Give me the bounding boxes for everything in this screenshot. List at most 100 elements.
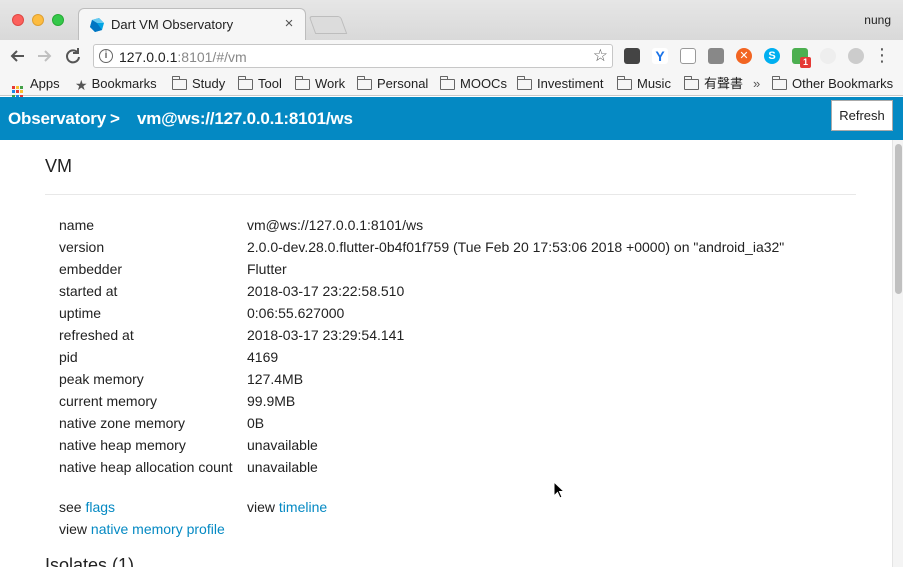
dart-logo-icon — [90, 18, 104, 32]
new-tab-button[interactable] — [308, 16, 348, 34]
orange-extension-icon[interactable]: ✕ — [736, 48, 752, 64]
back-arrow-icon[interactable] — [7, 45, 29, 67]
folder-icon — [172, 76, 187, 90]
property-row: peak memory 127.4MB — [59, 371, 839, 393]
bookmark-folder-work[interactable]: Work — [295, 76, 345, 92]
folder-icon — [684, 76, 699, 90]
page-scrollbar[interactable] — [892, 140, 903, 567]
native-memory-profile-link[interactable]: native memory profile — [91, 521, 225, 537]
see-label: see — [59, 499, 82, 515]
property-key: pid — [59, 349, 78, 365]
property-row: version 2.0.0-dev.28.0.flutter-0b4f01f75… — [59, 239, 839, 261]
property-value: 4169 — [247, 349, 279, 365]
property-row: pid 4169 — [59, 349, 839, 371]
reader-extension-icon[interactable] — [708, 48, 724, 64]
section-divider — [45, 194, 856, 195]
bookmark-bookmarks[interactable]: ★ Bookmarks — [75, 76, 157, 93]
property-value: 2018-03-17 23:29:54.141 — [247, 327, 405, 343]
folder-icon — [440, 76, 455, 90]
bookmark-folder-music[interactable]: Music — [617, 76, 671, 92]
property-key: current memory — [59, 393, 158, 409]
property-value: vm@ws://127.0.0.1:8101/ws — [247, 217, 424, 233]
bookmark-apps[interactable]: Apps — [12, 76, 60, 98]
browser-toolbar: i 127.0.0.1:8101/#/vm ☆ Y ✕ S 1 ⋮ — [0, 40, 903, 72]
scrollbar-thumb[interactable] — [895, 144, 902, 294]
flags-link[interactable]: flags — [85, 499, 115, 515]
window-titlebar: Dart VM Observatory × nung — [0, 0, 903, 40]
property-row: embedder Flutter — [59, 261, 839, 283]
isolates-section-title: Isolates (1) — [45, 555, 135, 567]
close-window-button[interactable] — [12, 14, 24, 26]
refresh-button[interactable]: Refresh — [831, 100, 893, 131]
site-info-icon[interactable]: i — [99, 49, 113, 63]
property-value: 127.4MB — [247, 371, 304, 387]
star-icon: ★ — [75, 77, 88, 93]
circle-extension-icon[interactable] — [848, 48, 864, 64]
url-text: 127.0.0.1:8101/#/vm — [119, 49, 247, 65]
folder-icon — [772, 76, 787, 90]
extension-badge: 1 — [800, 57, 811, 68]
property-row: refreshed at 2018-03-17 23:29:54.141 — [59, 327, 839, 349]
maximize-window-button[interactable] — [52, 14, 64, 26]
property-row: native heap memory unavailable — [59, 437, 839, 459]
vm-section-title: VM — [45, 156, 72, 176]
native-memory-link-row: view native memory profile — [59, 521, 225, 537]
timeline-link-row: view timeline — [247, 499, 327, 515]
flags-link-row: see flags — [59, 499, 115, 515]
property-key: started at — [59, 283, 118, 299]
property-key: name — [59, 217, 95, 233]
timeline-link[interactable]: timeline — [279, 499, 327, 515]
grey-extension-icon[interactable] — [820, 48, 836, 64]
view-label: view — [247, 499, 276, 515]
breadcrumb-observatory[interactable]: Observatory — [8, 109, 106, 129]
folder-icon — [295, 76, 310, 90]
mouse-cursor-icon — [553, 481, 565, 499]
chrome-menu-icon[interactable]: ⋮ — [873, 46, 891, 64]
property-row: uptime 0:06:55.627000 — [59, 305, 839, 327]
bookmarks-overflow-chevron[interactable]: » — [753, 76, 760, 92]
property-value: 0:06:55.627000 — [247, 305, 345, 321]
bookmark-folder-moocs[interactable]: MOOCs — [440, 76, 507, 92]
property-key: native zone memory — [59, 415, 186, 431]
vm-page-content: VM name vm@ws://127.0.0.1:8101/ws versio… — [0, 140, 892, 567]
folder-icon — [617, 76, 632, 90]
bookmark-other-bookmarks[interactable]: Other Bookmarks — [772, 76, 893, 92]
property-value: 99.9MB — [247, 393, 296, 409]
property-value: unavailable — [247, 459, 318, 475]
observatory-navbar: Observatory > vm@ws://127.0.0.1:8101/ws … — [0, 97, 903, 140]
property-row: native heap allocation count unavailable — [59, 459, 839, 481]
tab-dart-vm-observatory[interactable]: Dart VM Observatory × — [78, 8, 306, 40]
bookmark-folder-audiobooks[interactable]: 有聲書 — [684, 76, 743, 92]
profile-name[interactable]: nung — [864, 13, 891, 27]
property-key: peak memory — [59, 371, 144, 387]
property-value: 2.0.0-dev.28.0.flutter-0b4f01f759 (Tue F… — [247, 239, 785, 255]
skype-extension-icon[interactable]: S — [764, 48, 780, 64]
property-row: current memory 99.9MB — [59, 393, 839, 415]
minimize-window-button[interactable] — [32, 14, 44, 26]
bookmark-folder-tool[interactable]: Tool — [238, 76, 282, 92]
property-value: Flutter — [247, 261, 287, 277]
address-bar[interactable]: i 127.0.0.1:8101/#/vm ☆ — [93, 44, 613, 68]
property-value: 2018-03-17 23:22:58.510 — [247, 283, 405, 299]
copy-extension-icon[interactable] — [680, 48, 696, 64]
breadcrumb-vm[interactable]: vm@ws://127.0.0.1:8101/ws — [137, 109, 353, 129]
property-key: version — [59, 239, 105, 255]
property-value: 0B — [247, 415, 265, 431]
folder-icon — [357, 76, 372, 90]
pocket-extension-icon[interactable] — [624, 48, 640, 64]
forward-arrow-icon[interactable] — [33, 45, 55, 67]
property-row: native zone memory 0B — [59, 415, 839, 437]
tab-close-icon[interactable]: × — [281, 15, 297, 32]
property-key: embedder — [59, 261, 123, 277]
reload-icon[interactable] — [62, 45, 84, 67]
bookmark-folder-personal[interactable]: Personal — [357, 76, 428, 92]
property-key: native heap allocation count — [59, 459, 233, 475]
tab-title: Dart VM Observatory — [111, 17, 234, 32]
property-key: uptime — [59, 305, 102, 321]
vimium-extension-icon[interactable]: Y — [652, 48, 668, 64]
bookmark-folder-investiment[interactable]: Investiment — [517, 76, 603, 92]
property-row: started at 2018-03-17 23:22:58.510 — [59, 283, 839, 305]
property-key: native heap memory — [59, 437, 186, 453]
bookmark-star-icon[interactable]: ☆ — [593, 46, 608, 66]
bookmark-folder-study[interactable]: Study — [172, 76, 225, 92]
